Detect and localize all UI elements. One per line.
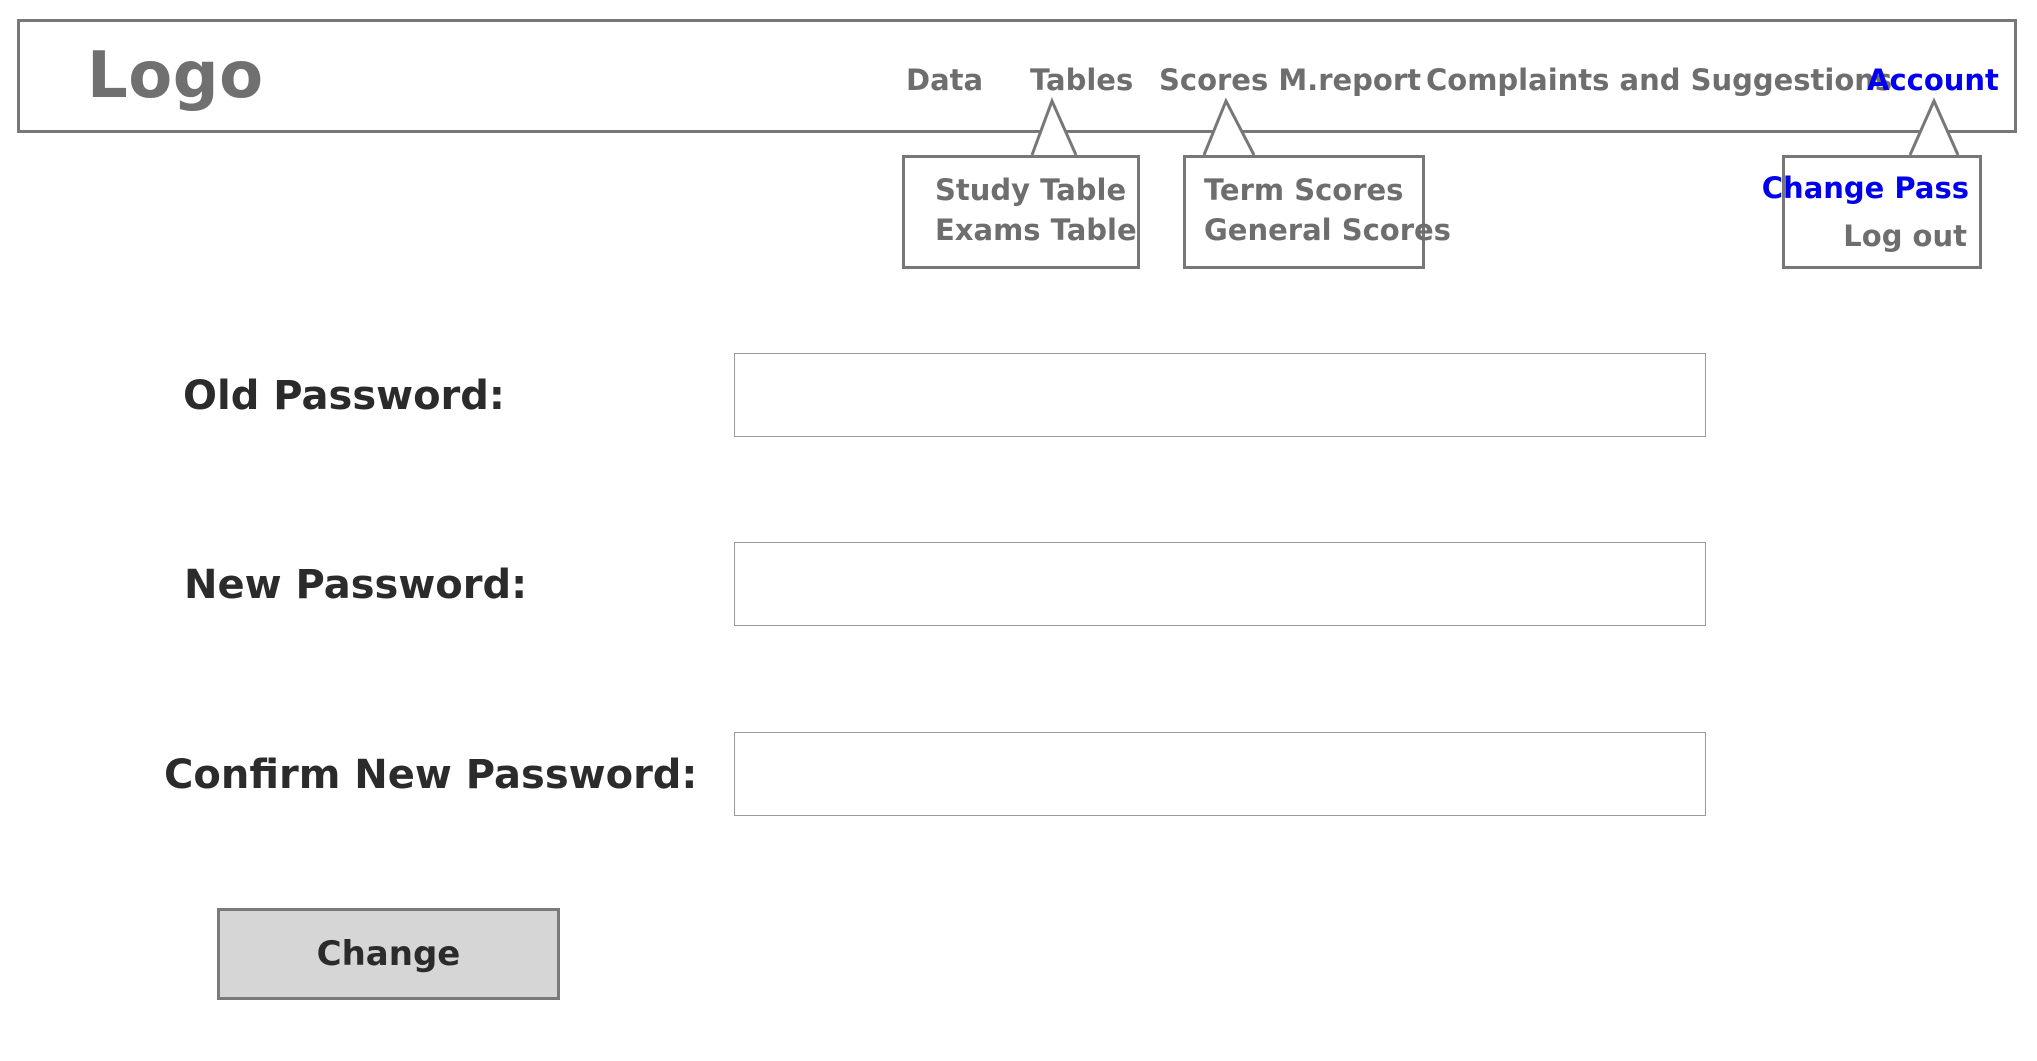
dropdown-item-general-scores[interactable]: General Scores (1204, 210, 1451, 250)
account-dropdown: Change Pass Log out (1762, 155, 1982, 269)
scores-dropdown: Term Scores General Scores (1183, 155, 1451, 269)
tables-dropdown-pointer (1030, 97, 1078, 156)
change-button[interactable]: Change (217, 908, 560, 1000)
dropdown-item-study-table[interactable]: Study Table (935, 170, 1126, 210)
nav-tables[interactable]: Tables (1030, 60, 1133, 100)
tables-dropdown: Study Table Exams Table (902, 155, 1140, 269)
confirm-password-label: Confirm New Password: (164, 752, 698, 798)
dropdown-item-term-scores[interactable]: Term Scores (1204, 170, 1403, 210)
scores-dropdown-pointer (1202, 97, 1256, 156)
nav-scores-report[interactable]: Scores M.report (1159, 60, 1421, 100)
old-password-input[interactable] (734, 353, 1706, 437)
account-dropdown-pointer (1908, 97, 1960, 156)
old-password-label: Old Password: (183, 373, 505, 419)
dropdown-item-exams-table[interactable]: Exams Table (935, 210, 1137, 250)
nav-data[interactable]: Data (906, 60, 983, 100)
nav-account[interactable]: Account (1867, 60, 1999, 100)
nav-complaints-suggestions[interactable]: Complaints and Suggestions (1426, 60, 1892, 100)
dropdown-item-change-pass[interactable]: Change Pass (1762, 168, 1969, 208)
confirm-password-input[interactable] (734, 732, 1706, 816)
new-password-label: New Password: (184, 562, 528, 608)
dropdown-item-log-out[interactable]: Log out (1843, 216, 1967, 256)
logo: Logo (87, 39, 264, 113)
new-password-input[interactable] (734, 542, 1706, 626)
